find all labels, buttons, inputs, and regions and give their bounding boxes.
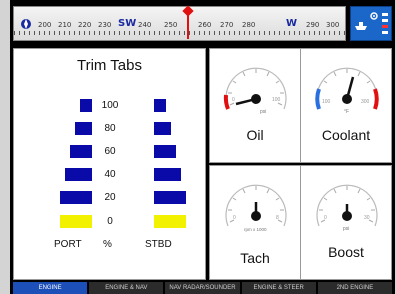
boost-min-label: 0: [324, 215, 327, 221]
stbd-trim-bar: [154, 99, 166, 112]
tab-engine-nav[interactable]: ENGINE & NAV: [89, 282, 164, 294]
coolant-min-label: 100: [322, 99, 331, 105]
tach-gauge-label: Tach: [240, 250, 270, 266]
stbd-trim-bar: [154, 191, 186, 204]
port-trim-bar: [75, 122, 92, 135]
boost-gauge-dial: 0 30 psi: [316, 184, 378, 232]
boost-gauge-label: Boost: [328, 244, 364, 260]
port-trim-zero-bar: [60, 215, 92, 228]
oil-gauge-dial: 0 100 psi: [223, 67, 287, 115]
trim-tabs-title: Trim Tabs: [76, 57, 142, 74]
stbd-label: STBD: [145, 239, 172, 250]
trim-level-label: 40: [104, 169, 116, 180]
stbd-trim-bar: [154, 168, 181, 181]
oil-max-label: 100: [272, 97, 281, 103]
compass-heading-strip[interactable]: 200 210 220 230 SW 240 250 260 270 280 W…: [13, 5, 346, 41]
display-screen: 200 210 220 230 SW 240 250 260 270 280 W…: [10, 0, 395, 294]
trim-level-label: 100: [101, 100, 119, 111]
trim-level-label: 0: [107, 216, 113, 227]
compass-label: 250: [164, 21, 178, 29]
tab-engine[interactable]: ENGINE: [13, 282, 88, 294]
oil-min-label: 0: [232, 97, 235, 103]
oil-gauge-panel[interactable]: 0 100 psi Oil: [209, 48, 301, 163]
tach-gauge-panel[interactable]: 0 8 rpm x 1000 Tach: [209, 165, 301, 280]
heading-marker: [182, 5, 194, 40]
compass-label: 300: [326, 21, 340, 29]
coolant-gauge-dial: 100 300 °F: [315, 67, 379, 115]
tab-engine-steer[interactable]: ENGINE & STEER: [241, 282, 316, 294]
compass-label: 260: [198, 21, 212, 29]
compass-label: 280: [242, 21, 256, 29]
trim-level-label: 80: [104, 123, 116, 134]
tach-max-label: 8: [276, 215, 279, 221]
coolant-unit-label: °F: [344, 109, 349, 115]
compass-label: 240: [138, 21, 152, 29]
compass-major-label: W: [286, 18, 298, 29]
port-label: PORT: [54, 239, 82, 250]
trim-level-label: 60: [104, 146, 116, 157]
compass-label: 230: [98, 21, 112, 29]
tach-min-label: 0: [233, 215, 236, 221]
status-panel[interactable]: [350, 6, 392, 41]
compass-label: 220: [78, 21, 92, 29]
trim-tabs-panel[interactable]: Trim Tabs 100 80 60 40 20 0 PORT % STBD: [13, 48, 206, 280]
compass-label: 290: [306, 21, 320, 29]
compass-label: 270: [220, 21, 234, 29]
gps-icon: [370, 12, 378, 20]
trim-level-label: 20: [104, 192, 116, 203]
boat-icon: [355, 22, 367, 30]
oil-unit-label: psi: [260, 109, 266, 115]
compass-major-label: SW: [118, 18, 137, 29]
port-trim-bar: [80, 99, 92, 112]
tab-nav-radar-sounder[interactable]: NAV RADAR/SOUNDER: [165, 282, 240, 294]
tach-unit-label: rpm x 1000: [244, 227, 267, 232]
main-area: Trim Tabs 100 80 60 40 20 0 PORT % STBD: [13, 48, 392, 280]
compass-label: 200: [38, 21, 52, 29]
port-trim-bar: [65, 168, 92, 181]
coolant-max-label: 300: [361, 99, 370, 105]
signal-icon: [382, 13, 388, 34]
unit-label: %: [103, 239, 112, 250]
port-trim-bar: [70, 145, 92, 158]
boost-max-label: 30: [364, 215, 370, 221]
coolant-gauge-panel[interactable]: 100 300 °F Coolant: [300, 48, 392, 163]
oil-gauge-label: Oil: [246, 127, 264, 143]
boost-unit-label: psi: [343, 226, 349, 232]
coolant-gauge-label: Coolant: [321, 127, 371, 143]
page-tabs: ENGINE ENGINE & NAV NAV RADAR/SOUNDER EN…: [13, 282, 393, 294]
tach-gauge-dial: 0 8 rpm x 1000: [225, 184, 287, 232]
port-trim-bar: [60, 191, 92, 204]
tab-2nd-engine[interactable]: 2ND ENGINE: [317, 282, 393, 294]
stbd-trim-zero-bar: [154, 215, 186, 228]
boost-gauge-panel[interactable]: 0 30 psi Boost: [300, 165, 392, 280]
stbd-trim-bar: [154, 122, 171, 135]
compass-label: 210: [58, 21, 72, 29]
stbd-trim-bar: [154, 145, 176, 158]
